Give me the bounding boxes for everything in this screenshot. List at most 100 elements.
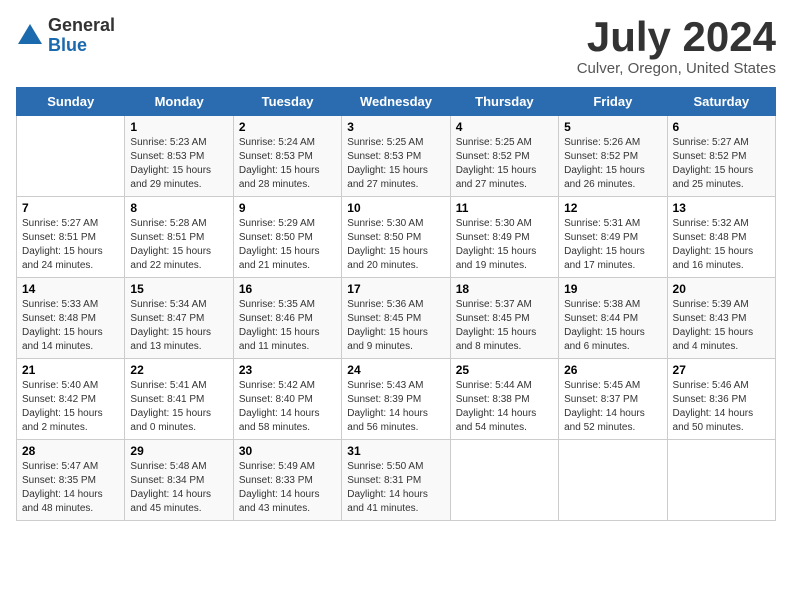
calendar-cell: 11 Sunrise: 5:30 AMSunset: 8:49 PMDayligh… [450, 197, 558, 278]
day-number: 28 [22, 444, 119, 458]
day-info: Sunrise: 5:28 AMSunset: 8:51 PMDaylight:… [130, 217, 227, 273]
header-tuesday: Tuesday [233, 88, 341, 116]
calendar-cell: 14 Sunrise: 5:33 AMSunset: 8:48 PMDayligh… [17, 278, 125, 359]
day-info: Sunrise: 5:25 AMSunset: 8:52 PMDaylight:… [456, 136, 553, 192]
calendar-cell: 20 Sunrise: 5:39 AMSunset: 8:43 PMDayligh… [667, 278, 775, 359]
day-number: 30 [239, 444, 336, 458]
location: Culver, Oregon, United States [577, 60, 776, 77]
day-number: 7 [22, 201, 119, 215]
day-info: Sunrise: 5:42 AMSunset: 8:40 PMDaylight:… [239, 379, 336, 435]
calendar-cell: 10 Sunrise: 5:30 AMSunset: 8:50 PMDayligh… [342, 197, 450, 278]
day-info: Sunrise: 5:25 AMSunset: 8:53 PMDaylight:… [347, 136, 444, 192]
logo: General Blue [16, 16, 115, 56]
calendar-cell: 3 Sunrise: 5:25 AMSunset: 8:53 PMDaylight… [342, 116, 450, 197]
day-info: Sunrise: 5:34 AMSunset: 8:47 PMDaylight:… [130, 298, 227, 354]
day-number: 25 [456, 363, 553, 377]
calendar-cell: 7 Sunrise: 5:27 AMSunset: 8:51 PMDaylight… [17, 197, 125, 278]
day-info: Sunrise: 5:27 AMSunset: 8:52 PMDaylight:… [673, 136, 770, 192]
calendar-cell: 18 Sunrise: 5:37 AMSunset: 8:45 PMDayligh… [450, 278, 558, 359]
header-thursday: Thursday [450, 88, 558, 116]
logo-text: General Blue [48, 16, 115, 56]
day-info: Sunrise: 5:27 AMSunset: 8:51 PMDaylight:… [22, 217, 119, 273]
day-number: 11 [456, 201, 553, 215]
calendar-cell [450, 440, 558, 521]
day-info: Sunrise: 5:37 AMSunset: 8:45 PMDaylight:… [456, 298, 553, 354]
day-number: 13 [673, 201, 770, 215]
day-info: Sunrise: 5:23 AMSunset: 8:53 PMDaylight:… [130, 136, 227, 192]
day-number: 18 [456, 282, 553, 296]
calendar-cell: 27Sunrise: 5:46 AMSunset: 8:36 PMDayligh… [667, 359, 775, 440]
day-info: Sunrise: 5:49 AMSunset: 8:33 PMDaylight:… [239, 460, 336, 516]
day-number: 17 [347, 282, 444, 296]
day-info: Sunrise: 5:41 AMSunset: 8:41 PMDaylight:… [130, 379, 227, 435]
day-info: Sunrise: 5:40 AMSunset: 8:42 PMDaylight:… [22, 379, 119, 435]
calendar-cell: 4Sunrise: 5:25 AMSunset: 8:52 PMDaylight… [450, 116, 558, 197]
day-number: 6 [673, 120, 770, 134]
day-number: 1 [130, 120, 227, 134]
calendar-cell: 26Sunrise: 5:45 AMSunset: 8:37 PMDayligh… [559, 359, 667, 440]
day-info: Sunrise: 5:45 AMSunset: 8:37 PMDaylight:… [564, 379, 661, 435]
calendar-week-5: 28 Sunrise: 5:47 AMSunset: 8:35 PMDayligh… [17, 440, 776, 521]
calendar-week-3: 14 Sunrise: 5:33 AMSunset: 8:48 PMDayligh… [17, 278, 776, 359]
day-number: 3 [347, 120, 444, 134]
calendar-cell: 17 Sunrise: 5:36 AMSunset: 8:45 PMDayligh… [342, 278, 450, 359]
calendar-cell: 8 Sunrise: 5:28 AMSunset: 8:51 PMDaylight… [125, 197, 233, 278]
calendar-cell [17, 116, 125, 197]
calendar-cell: 16 Sunrise: 5:35 AMSunset: 8:46 PMDayligh… [233, 278, 341, 359]
day-number: 2 [239, 120, 336, 134]
calendar-cell: 28 Sunrise: 5:47 AMSunset: 8:35 PMDayligh… [17, 440, 125, 521]
day-info: Sunrise: 5:38 AMSunset: 8:44 PMDaylight:… [564, 298, 661, 354]
calendar-cell: 12Sunrise: 5:31 AMSunset: 8:49 PMDayligh… [559, 197, 667, 278]
calendar-cell [667, 440, 775, 521]
calendar-week-1: 1 Sunrise: 5:23 AMSunset: 8:53 PMDaylight… [17, 116, 776, 197]
day-info: Sunrise: 5:47 AMSunset: 8:35 PMDaylight:… [22, 460, 119, 516]
day-info: Sunrise: 5:44 AMSunset: 8:38 PMDaylight:… [456, 379, 553, 435]
day-number: 16 [239, 282, 336, 296]
header-monday: Monday [125, 88, 233, 116]
day-number: 10 [347, 201, 444, 215]
day-number: 23 [239, 363, 336, 377]
day-info: Sunrise: 5:50 AMSunset: 8:31 PMDaylight:… [347, 460, 444, 516]
calendar-cell: 9 Sunrise: 5:29 AMSunset: 8:50 PMDaylight… [233, 197, 341, 278]
calendar-week-2: 7 Sunrise: 5:27 AMSunset: 8:51 PMDaylight… [17, 197, 776, 278]
header-row: Sunday Monday Tuesday Wednesday Thursday… [17, 88, 776, 116]
header-saturday: Saturday [667, 88, 775, 116]
day-number: 5 [564, 120, 661, 134]
day-info: Sunrise: 5:36 AMSunset: 8:45 PMDaylight:… [347, 298, 444, 354]
day-info: Sunrise: 5:33 AMSunset: 8:48 PMDaylight:… [22, 298, 119, 354]
day-info: Sunrise: 5:35 AMSunset: 8:46 PMDaylight:… [239, 298, 336, 354]
calendar-cell: 22Sunrise: 5:41 AMSunset: 8:41 PMDayligh… [125, 359, 233, 440]
day-info: Sunrise: 5:30 AMSunset: 8:50 PMDaylight:… [347, 217, 444, 273]
logo-icon [16, 22, 44, 50]
day-info: Sunrise: 5:43 AMSunset: 8:39 PMDaylight:… [347, 379, 444, 435]
calendar-cell: 1 Sunrise: 5:23 AMSunset: 8:53 PMDaylight… [125, 116, 233, 197]
calendar-cell: 2 Sunrise: 5:24 AMSunset: 8:53 PMDaylight… [233, 116, 341, 197]
day-number: 21 [22, 363, 119, 377]
calendar-cell: 6 Sunrise: 5:27 AMSunset: 8:52 PMDaylight… [667, 116, 775, 197]
header-sunday: Sunday [17, 88, 125, 116]
day-info: Sunrise: 5:48 AMSunset: 8:34 PMDaylight:… [130, 460, 227, 516]
day-info: Sunrise: 5:32 AMSunset: 8:48 PMDaylight:… [673, 217, 770, 273]
calendar-cell: 24 Sunrise: 5:43 AMSunset: 8:39 PMDayligh… [342, 359, 450, 440]
calendar-cell: 13 Sunrise: 5:32 AMSunset: 8:48 PMDayligh… [667, 197, 775, 278]
calendar-cell: 30 Sunrise: 5:49 AMSunset: 8:33 PMDayligh… [233, 440, 341, 521]
day-number: 24 [347, 363, 444, 377]
day-number: 12 [564, 201, 661, 215]
day-info: Sunrise: 5:39 AMSunset: 8:43 PMDaylight:… [673, 298, 770, 354]
calendar-cell: 31 Sunrise: 5:50 AMSunset: 8:31 PMDayligh… [342, 440, 450, 521]
header-wednesday: Wednesday [342, 88, 450, 116]
day-info: Sunrise: 5:46 AMSunset: 8:36 PMDaylight:… [673, 379, 770, 435]
calendar-cell [559, 440, 667, 521]
day-number: 9 [239, 201, 336, 215]
day-number: 14 [22, 282, 119, 296]
month-title: July 2024 [577, 16, 776, 58]
calendar-table: Sunday Monday Tuesday Wednesday Thursday… [16, 87, 776, 521]
day-number: 20 [673, 282, 770, 296]
day-info: Sunrise: 5:29 AMSunset: 8:50 PMDaylight:… [239, 217, 336, 273]
calendar-cell: 25 Sunrise: 5:44 AMSunset: 8:38 PMDayligh… [450, 359, 558, 440]
day-info: Sunrise: 5:24 AMSunset: 8:53 PMDaylight:… [239, 136, 336, 192]
day-number: 8 [130, 201, 227, 215]
day-info: Sunrise: 5:26 AMSunset: 8:52 PMDaylight:… [564, 136, 661, 192]
day-number: 31 [347, 444, 444, 458]
day-info: Sunrise: 5:30 AMSunset: 8:49 PMDaylight:… [456, 217, 553, 273]
